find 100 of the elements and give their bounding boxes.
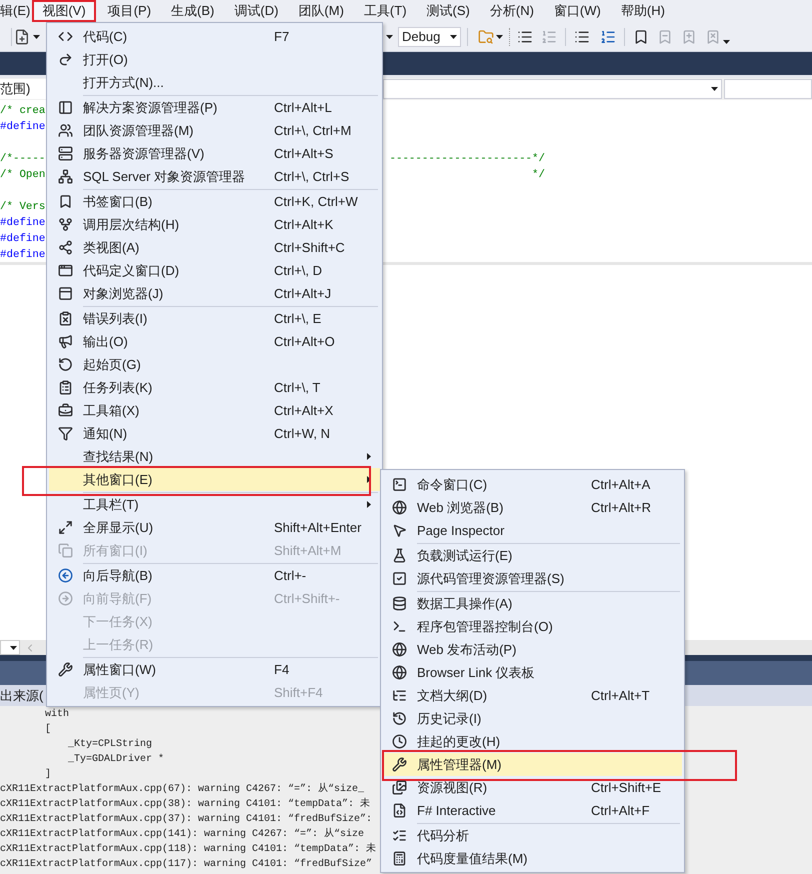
- menu-bar-item[interactable]: 团队(M): [288, 0, 354, 22]
- menu-bar-item[interactable]: 窗口(W): [544, 0, 611, 22]
- code-icon: [58, 29, 72, 44]
- shortcut-label: Shift+F4: [274, 684, 323, 702]
- menu-item[interactable]: 代码(C) F7: [49, 25, 380, 48]
- file-code-icon: [392, 803, 406, 818]
- new-file-icon[interactable]: [14, 28, 30, 44]
- menu-item[interactable]: 代码定义窗口(D) Ctrl+\, D: [49, 259, 380, 282]
- menu-item[interactable]: 其他窗口(E): [49, 468, 380, 491]
- menu-bar-item[interactable]: 生成(B): [161, 0, 224, 22]
- menu-item[interactable]: 查找结果(N): [49, 445, 380, 468]
- menu-bar-item[interactable]: 辑(E): [0, 0, 32, 22]
- list-icon[interactable]: [574, 28, 590, 44]
- fork-icon: [58, 217, 72, 232]
- bookmark-minus-icon[interactable]: [657, 28, 673, 44]
- shortcut-label: Ctrl+-: [274, 566, 306, 585]
- menu-item[interactable]: 文档大纲(D) Ctrl+Alt+T: [383, 684, 682, 707]
- menu-item[interactable]: 起始页(G): [49, 353, 380, 376]
- bookmark-icon[interactable]: [633, 28, 649, 44]
- shortcut-label: Ctrl+Shift+-: [274, 590, 340, 608]
- menu-item[interactable]: Page Inspector: [383, 519, 682, 542]
- menu-item[interactable]: 代码分析: [383, 824, 682, 847]
- ordered-list-icon[interactable]: [600, 28, 616, 44]
- window-icon: [58, 263, 72, 278]
- output-line: _Ty=GDALDriver *: [68, 752, 164, 767]
- menu-item[interactable]: 源代码管理资源管理器(S): [383, 567, 682, 590]
- output-line: ]: [45, 768, 52, 782]
- menu-item[interactable]: 代码度量值结果(M): [383, 847, 682, 870]
- find-folder-icon[interactable]: [478, 28, 494, 44]
- clipboard-error-icon: [58, 311, 72, 326]
- menu-bar-item[interactable]: 视图(V): [32, 0, 96, 22]
- configuration-dropdown[interactable]: Debug: [398, 26, 461, 46]
- submenu-arrow-icon: [367, 453, 371, 460]
- menu-item[interactable]: 解决方案资源管理器(P) Ctrl+Alt+L: [49, 96, 380, 119]
- menu-item[interactable]: 对象浏览器(J) Ctrl+Alt+J: [49, 282, 380, 305]
- menu-item[interactable]: 全屏显示(U) Shift+Alt+Enter: [49, 516, 380, 539]
- menu-item[interactable]: 类视图(A) Ctrl+Shift+C: [49, 236, 380, 259]
- menu-item[interactable]: 打开方式(N)...: [49, 71, 380, 94]
- outline-icon: [392, 688, 406, 703]
- menu-item[interactable]: Browser Link 仪表板: [383, 661, 682, 684]
- menu-item[interactable]: 打开(O): [49, 48, 380, 71]
- menu-item[interactable]: 团队资源管理器(M) Ctrl+\, Ctrl+M: [49, 119, 380, 142]
- pointer-icon: [392, 523, 406, 538]
- output-line: cXR11ExtractPlatformAux.cpp(38): warning C4101: “tempData”: 未: [0, 797, 370, 812]
- menu-item[interactable]: 任务列表(K) Ctrl+\, T: [49, 376, 380, 399]
- list-icon[interactable]: [517, 28, 533, 44]
- menu-bar-item[interactable]: 项目(P): [98, 0, 162, 22]
- menu-bar-item[interactable]: 帮助(H): [610, 0, 675, 22]
- menu-item[interactable]: 输出(O) Ctrl+Alt+O: [49, 330, 380, 353]
- menu-item[interactable]: 属性管理器(M): [383, 753, 682, 776]
- menu-bar-item[interactable]: 调试(D): [224, 0, 288, 22]
- menu-item[interactable]: SQL Server 对象资源管理器 Ctrl+\, Ctrl+S: [49, 165, 380, 188]
- menu-item[interactable]: Web 发布活动(P): [383, 638, 682, 661]
- menu-item[interactable]: 调用层次结构(H) Ctrl+Alt+K: [49, 213, 380, 236]
- rotate-icon: [58, 357, 72, 372]
- menu-bar-item[interactable]: 分析(N): [480, 0, 544, 22]
- shortcut-label: F4: [274, 660, 290, 679]
- menu-bar-item[interactable]: 测试(S): [416, 0, 480, 22]
- check-square-icon: [392, 571, 406, 586]
- menu-item[interactable]: 错误列表(I) Ctrl+\, E: [49, 307, 380, 330]
- menu-item[interactable]: 挂起的更改(H): [383, 730, 682, 753]
- menu-item[interactable]: 程序包管理器控制台(O): [383, 615, 682, 638]
- menu-item[interactable]: 工具栏(T): [49, 493, 380, 516]
- history-icon: [392, 711, 406, 726]
- toolbox-icon: [58, 403, 72, 418]
- output-source-label: 出来源(: [0, 686, 44, 705]
- menu-item[interactable]: Web 浏览器(B) Ctrl+Alt+R: [383, 496, 682, 519]
- menu-item[interactable]: 向后导航(B) Ctrl+-: [49, 564, 380, 587]
- scope-dropdown[interactable]: 范围): [0, 79, 46, 99]
- bookmark-remove-icon[interactable]: [705, 28, 721, 44]
- menu-item[interactable]: F# Interactive Ctrl+Alt+F: [383, 799, 682, 822]
- code-text: #define: [0, 232, 46, 245]
- menu-item[interactable]: 数据工具操作(A): [383, 592, 682, 615]
- menu-item[interactable]: 资源视图(R) Ctrl+Shift+E: [383, 776, 682, 799]
- panel-top-icon: [58, 286, 72, 301]
- shortcut-label: Ctrl+\, D: [274, 262, 322, 280]
- menu-item[interactable]: 工具箱(X) Ctrl+Alt+X: [49, 399, 380, 422]
- terminal-prompt-icon: [392, 619, 406, 634]
- code-text: #define: [0, 248, 46, 261]
- database-icon: [392, 596, 406, 611]
- menu-item[interactable]: 命令窗口(C) Ctrl+Alt+A: [383, 473, 682, 496]
- output-line: cXR11ExtractPlatformAux.cpp(67): warning C4267: “=”: 从“size_: [0, 782, 364, 797]
- shortcut-label: Shift+Alt+Enter: [274, 518, 362, 537]
- bookmark-plus-icon[interactable]: [681, 28, 697, 44]
- navigation-field[interactable]: [724, 79, 812, 99]
- globe-icon: [392, 500, 406, 515]
- shortcut-label: Ctrl+K, Ctrl+W: [274, 192, 358, 211]
- megaphone-icon: [58, 334, 72, 349]
- menu-item[interactable]: 书签窗口(B) Ctrl+K, Ctrl+W: [49, 190, 380, 213]
- menu-item[interactable]: 通知(N) Ctrl+W, N: [49, 422, 380, 445]
- menu-bar-item[interactable]: 工具(T): [354, 0, 417, 22]
- menu-item[interactable]: 历史记录(I): [383, 707, 682, 730]
- menu-item[interactable]: 负载测试运行(E): [383, 544, 682, 567]
- view-dropdown[interactable]: [0, 640, 20, 655]
- caret-icon: [10, 646, 17, 650]
- shortcut-label: Ctrl+\, Ctrl+M: [274, 122, 352, 140]
- shortcut-label: Ctrl+W, N: [274, 424, 330, 443]
- menu-item[interactable]: 服务器资源管理器(V) Ctrl+Alt+S: [49, 142, 380, 165]
- menu-item[interactable]: 属性窗口(W) F4: [49, 658, 380, 681]
- member-dropdown[interactable]: [383, 79, 722, 99]
